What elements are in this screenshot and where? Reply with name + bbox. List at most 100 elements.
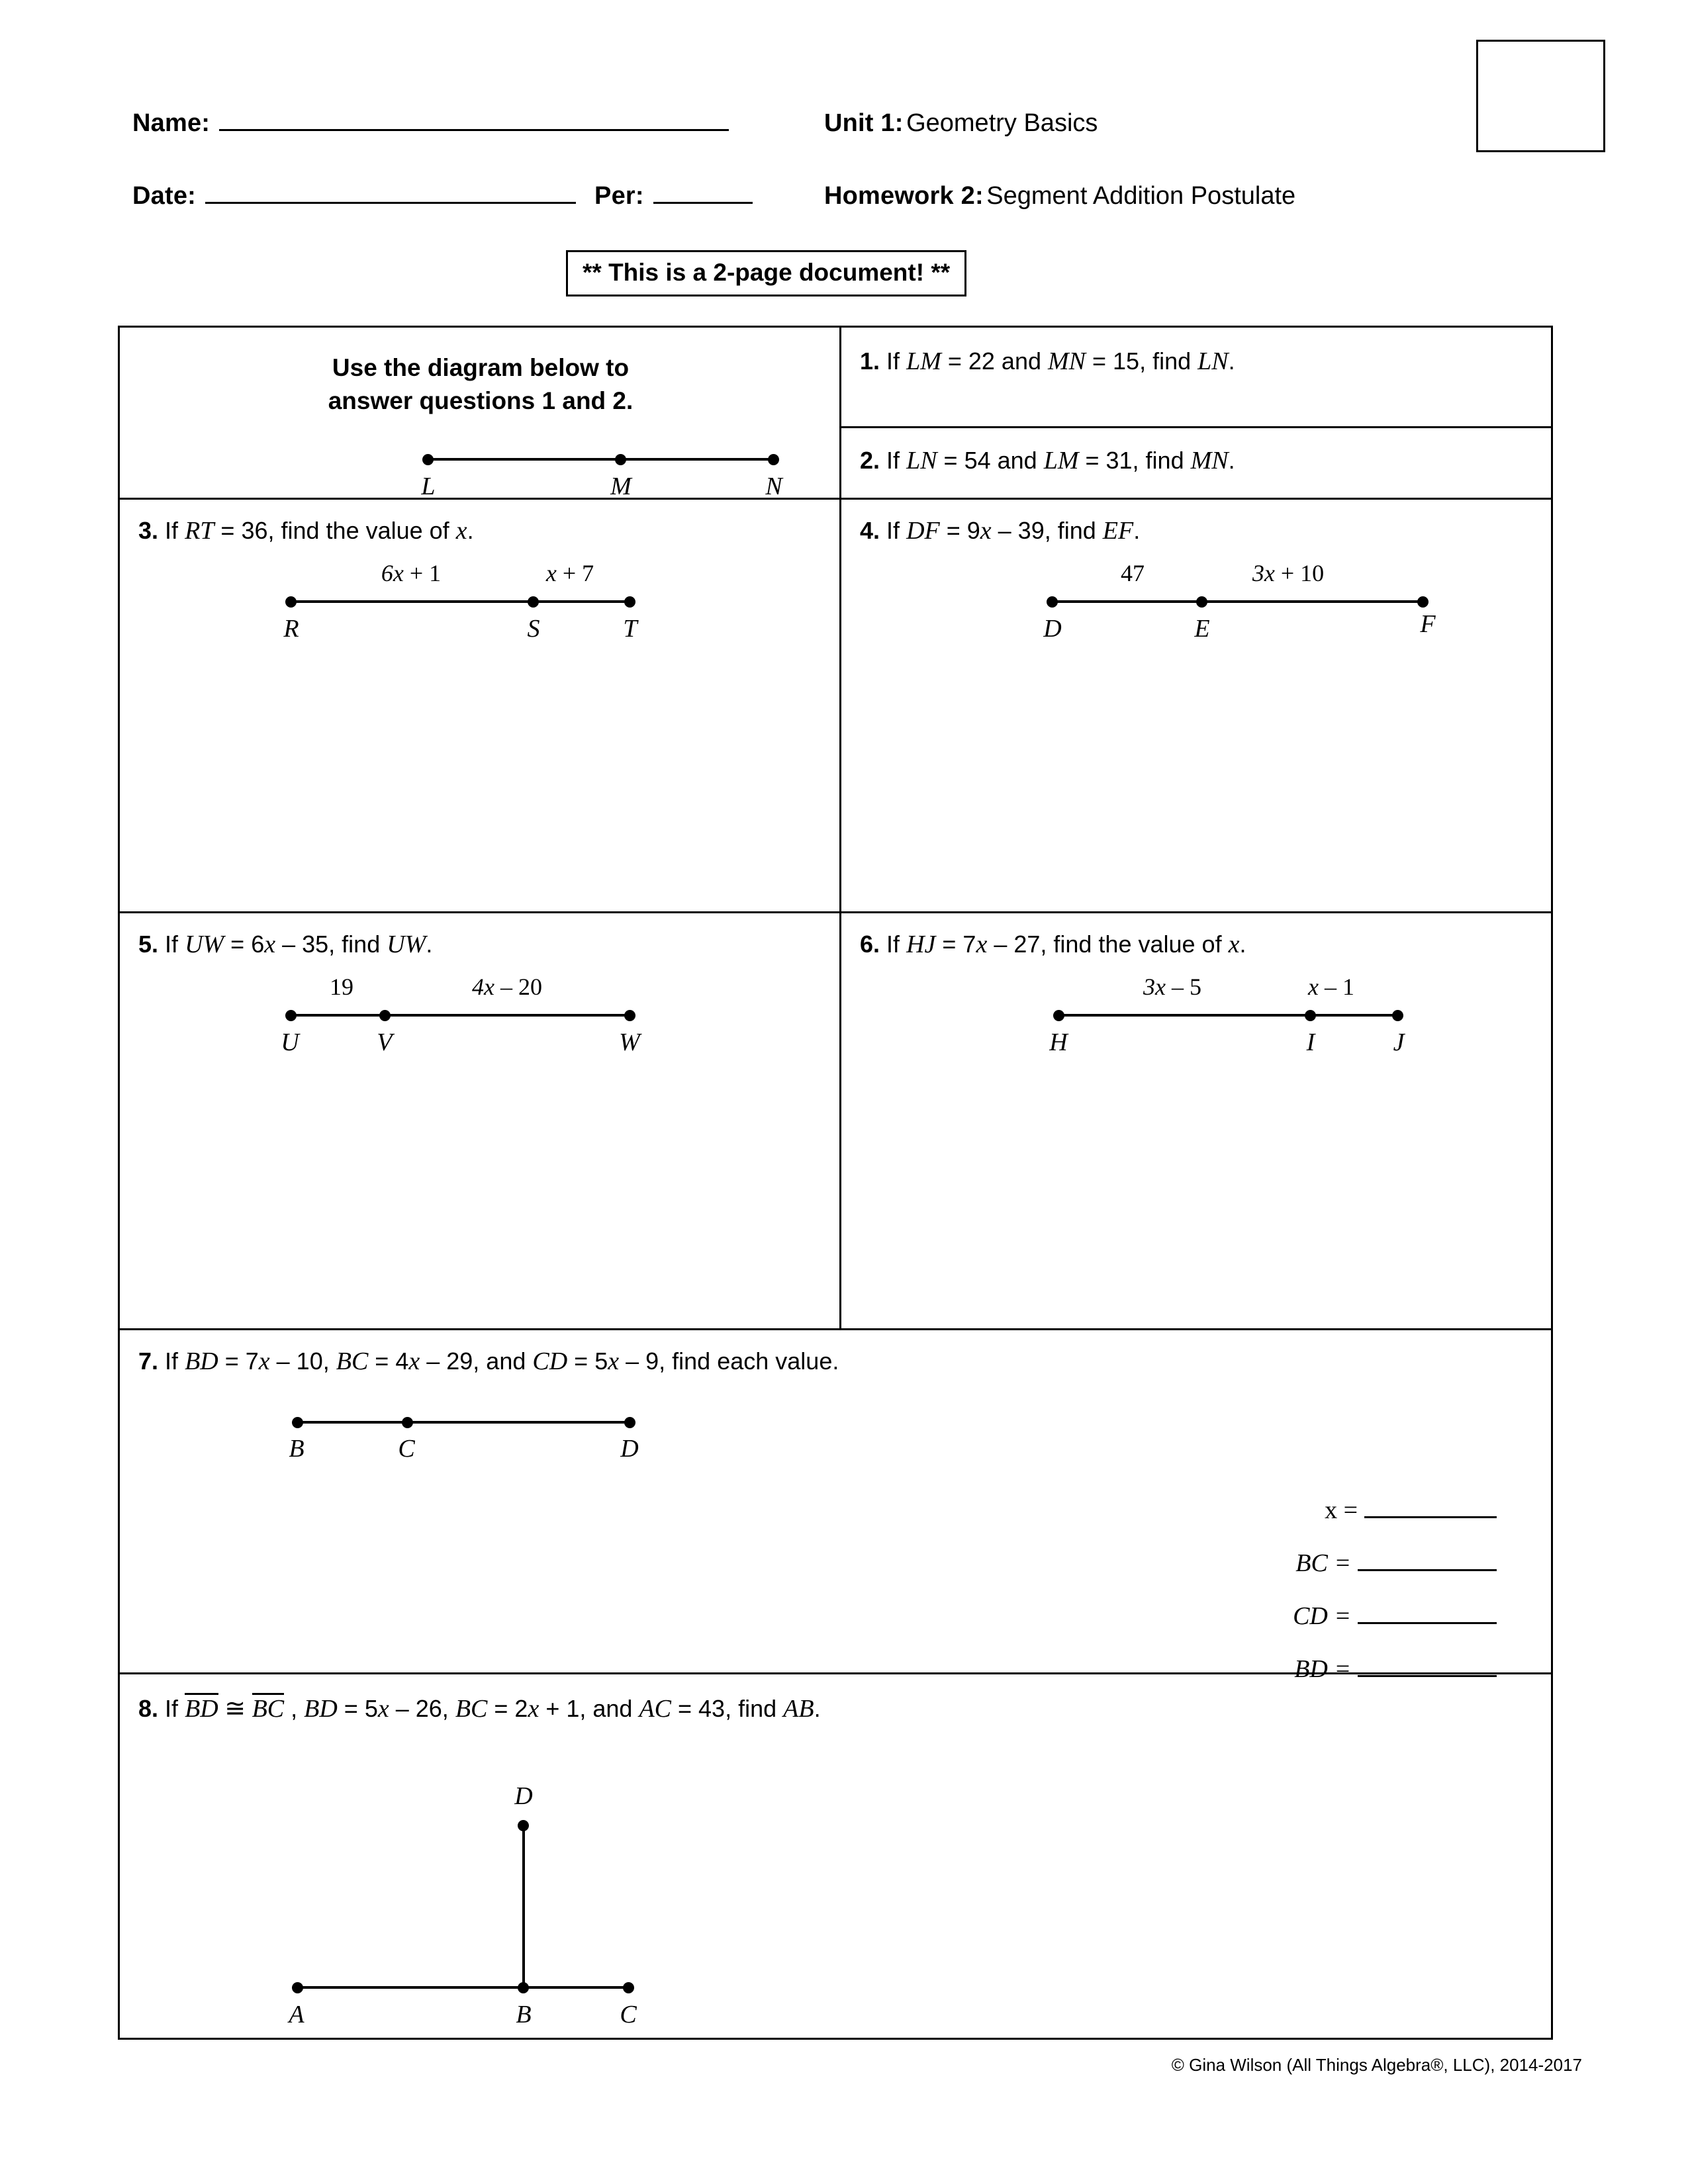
question-8-x-1: x: [377, 1695, 389, 1723]
point-dot-j: [1392, 1010, 1403, 1021]
point-dot-e: [1196, 596, 1207, 608]
question-4-text-mid1: = 9: [939, 517, 980, 544]
cell-question-5: 5. If UW = 6x – 35, find UW. 19 4x – 20 …: [120, 913, 841, 1330]
question-8-var-1: BD: [304, 1695, 338, 1723]
question-2-var-1: LN: [906, 447, 937, 475]
date-label: Date:: [132, 182, 197, 210]
question-8-text-mid5: + 1, and: [539, 1695, 639, 1722]
question-5-number: 5.: [138, 931, 159, 958]
question-8-x-2: x: [528, 1695, 539, 1723]
cell-question-6: 6. If HJ = 7x – 27, find the value of x.…: [841, 913, 1553, 1330]
question-8-text-mid2: = 5: [337, 1695, 378, 1722]
question-7-text-mid3: = 4: [368, 1347, 409, 1375]
name-input-blank[interactable]: [219, 109, 729, 131]
question-5-measure-2-coef: 4: [472, 974, 484, 1000]
point-label-l: L: [421, 473, 436, 500]
question-8-number: 8.: [138, 1695, 159, 1722]
point-label-n: N: [765, 473, 782, 500]
point-label-d: D: [1043, 615, 1062, 643]
question-2-text-end: .: [1228, 447, 1235, 474]
question-4-var-3: EF: [1102, 517, 1134, 545]
answer-row-x: x =: [1245, 1496, 1497, 1525]
question-4-number: 4.: [860, 517, 880, 544]
question-6-var-3: x: [1228, 931, 1240, 958]
question-7-text-end: – 9, find each value.: [619, 1347, 839, 1375]
question-3-number: 3.: [138, 517, 159, 544]
point-dot-v: [379, 1010, 391, 1021]
question-5-text-mid2: – 35, find: [275, 931, 387, 958]
question-4-var-2: x: [980, 517, 992, 545]
question-4-text-mid2: – 39, find: [991, 517, 1103, 544]
segment-line-ac: [297, 1986, 628, 1989]
point-label-a: A: [289, 2001, 305, 2028]
question-2-text-pre: If: [886, 447, 907, 474]
question-3-text-mid1: = 36, find the value of: [214, 517, 456, 544]
question-7-text-mid5: = 5: [567, 1347, 608, 1375]
question-7-text-pre: If: [165, 1347, 185, 1375]
per-input-blank[interactable]: [653, 182, 753, 204]
date-input-blank[interactable]: [205, 182, 577, 204]
question-6-measure-1-var: x: [1155, 974, 1166, 1000]
answer-blank-bc[interactable]: [1358, 1551, 1497, 1571]
unit-row: Unit 1: Geometry Basics: [824, 109, 1098, 138]
question-1-text-pre: If: [886, 347, 907, 375]
question-2-text-mid2: = 31, find: [1078, 447, 1191, 474]
point-label-h: H: [1049, 1028, 1068, 1056]
question-6-measure-1-rest: – 5: [1165, 974, 1201, 1000]
question-6-text-mid2: – 27, find the value of: [987, 931, 1229, 958]
question-6-var-2: x: [976, 931, 988, 958]
question-6-text-end: .: [1239, 931, 1246, 958]
point-label-u: U: [281, 1028, 299, 1056]
question-6-measure-2-var: x: [1308, 974, 1319, 1000]
question-5-text-end: .: [426, 931, 433, 958]
question-7-x-3: x: [608, 1347, 620, 1375]
point-dot-c: [623, 1982, 634, 1993]
answer-blank-x[interactable]: [1364, 1498, 1497, 1518]
segment-line-bd-vertical: [522, 1825, 525, 1987]
point-dot-i: [1305, 1010, 1316, 1021]
homework-row: Homework 2: Segment Addition Postulate: [824, 182, 1295, 210]
point-dot-l: [422, 454, 434, 465]
point-label-b: B: [289, 1435, 305, 1463]
question-8-segment-1: BD: [185, 1693, 218, 1721]
question-8-segment-2: BC: [252, 1693, 285, 1721]
name-row: Name:: [132, 109, 729, 138]
unit-title: Geometry Basics: [906, 109, 1098, 137]
question-1-text-end: .: [1228, 347, 1235, 375]
question-7-var-1: BD: [185, 1347, 218, 1375]
cell-question-1: 1. If LM = 22 and MN = 15, find LN.: [841, 328, 1553, 428]
cell-question-4: 4. If DF = 9x – 39, find EF. 47 3x + 10 …: [841, 500, 1553, 913]
point-dot-h: [1053, 1010, 1064, 1021]
point-label-w: W: [619, 1028, 640, 1056]
answer-label-x: x =: [1325, 1496, 1358, 1524]
diagram-rst: 6x + 1 x + 7 R S T: [120, 559, 841, 665]
question-3-measure-2-rest: + 7: [556, 560, 594, 586]
answer-label-bc: BC =: [1295, 1549, 1351, 1577]
question-8-congruent-symbol: ≅: [218, 1695, 252, 1723]
answer-blank-cd[interactable]: [1358, 1604, 1497, 1624]
worksheet-page: Name: Unit 1: Geometry Basics Date: Per:…: [0, 0, 1688, 2184]
answer-row-bc: BC =: [1219, 1549, 1497, 1578]
point-label-v: V: [377, 1028, 393, 1056]
segment-line-bd: [297, 1421, 635, 1424]
question-8-text-mid3: – 26,: [389, 1695, 455, 1722]
score-box[interactable]: [1476, 40, 1605, 152]
question-5-var-2: x: [264, 931, 276, 958]
questions-table: Use the diagram below to answer question…: [118, 326, 1553, 2040]
question-1-var-3: LN: [1197, 347, 1229, 375]
point-label-d: D: [620, 1435, 639, 1463]
point-dot-c: [402, 1417, 413, 1428]
question-6-text-pre: If: [886, 931, 907, 958]
question-2-var-3: MN: [1190, 447, 1229, 475]
point-dot-n: [768, 454, 779, 465]
point-dot-d: [624, 1417, 635, 1428]
point-label-b: B: [516, 2001, 532, 2028]
instructions-line-1: Use the diagram below to: [332, 354, 630, 381]
question-7-var-3: CD: [532, 1347, 568, 1375]
question-6-measure-1-coef: 3: [1143, 974, 1155, 1000]
question-7-var-2: BC: [336, 1347, 369, 1375]
point-dot-d: [1047, 596, 1058, 608]
segment-line-rt: [291, 600, 635, 603]
question-5-text-pre: If: [165, 931, 185, 958]
question-8-text-mid6: = 43, find: [671, 1695, 784, 1722]
